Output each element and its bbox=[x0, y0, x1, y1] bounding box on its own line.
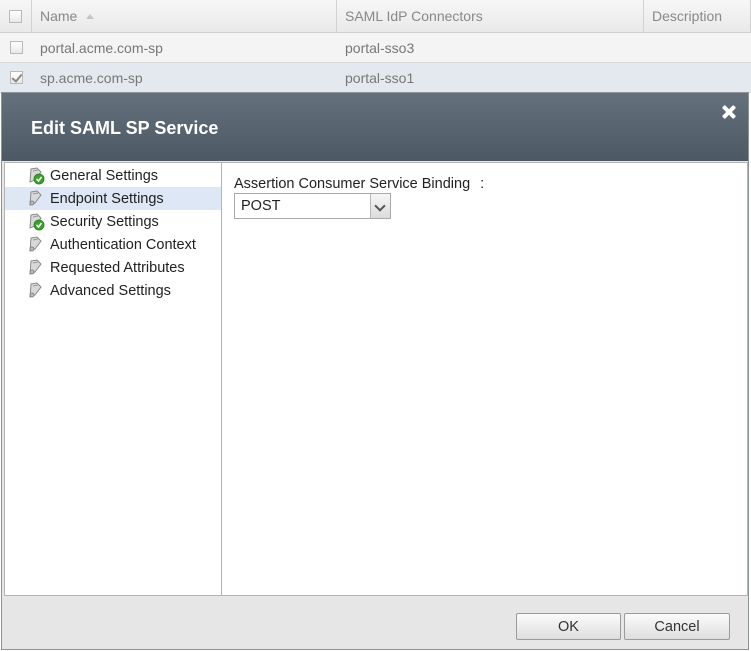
dropdown-trigger[interactable] bbox=[370, 194, 390, 218]
acs-binding-label: Assertion Consumer Service Binding : bbox=[234, 176, 484, 192]
row-name: portal.acme.com-sp bbox=[40, 39, 163, 56]
nav-item-label: Endpoint Settings bbox=[50, 190, 164, 207]
column-header-description[interactable]: Description bbox=[644, 0, 751, 32]
nav-item-advanced-settings[interactable]: Advanced Settings bbox=[5, 279, 221, 302]
nav-item-label: General Settings bbox=[50, 167, 159, 184]
grid-header: Name SAML IdP Connectors Description bbox=[0, 0, 751, 33]
settings-icon bbox=[27, 189, 45, 208]
column-header-name[interactable]: Name bbox=[32, 0, 337, 32]
cancel-button[interactable]: Cancel bbox=[624, 613, 730, 640]
acs-binding-select[interactable]: POST bbox=[234, 193, 391, 219]
table-row[interactable]: portal.acme.com-sp portal-sso3 bbox=[0, 33, 751, 63]
data-grid: Name SAML IdP Connectors Description por… bbox=[0, 0, 751, 95]
nav-item-authentication-context[interactable]: Authentication Context bbox=[5, 233, 221, 256]
row-connectors: portal-sso3 bbox=[345, 39, 415, 56]
nav-item-general-settings[interactable]: General Settings bbox=[5, 164, 221, 187]
settings-icon bbox=[27, 281, 45, 300]
settings-check-icon bbox=[27, 166, 45, 185]
row-description bbox=[644, 33, 751, 62]
settings-icon bbox=[27, 235, 45, 254]
column-header-connectors[interactable]: SAML IdP Connectors bbox=[337, 0, 644, 32]
row-checkbox-cell[interactable] bbox=[0, 63, 32, 92]
acs-binding-label-colon: : bbox=[480, 176, 485, 192]
nav-item-label: Authentication Context bbox=[50, 236, 196, 253]
table-row[interactable]: sp.acme.com-sp portal-sso1 bbox=[0, 63, 751, 93]
settings-nav: General Settings Endpoint Settings Secur… bbox=[4, 162, 222, 596]
row-checkbox-checked[interactable] bbox=[9, 71, 23, 84]
dialog-header: Edit SAML SP Service bbox=[2, 93, 748, 161]
acs-binding-value: POST bbox=[241, 198, 281, 214]
nav-item-requested-attributes[interactable]: Requested Attributes bbox=[5, 256, 221, 279]
sort-ascending-icon bbox=[86, 13, 95, 19]
row-name: sp.acme.com-sp bbox=[40, 69, 143, 86]
row-connectors: portal-sso1 bbox=[345, 69, 415, 86]
nav-item-label: Requested Attributes bbox=[50, 259, 185, 276]
dialog-footer: OK Cancel bbox=[2, 597, 748, 650]
column-header-name-label: Name bbox=[40, 8, 78, 24]
ok-button[interactable]: OK bbox=[516, 613, 621, 640]
nav-item-endpoint-settings[interactable]: Endpoint Settings bbox=[5, 187, 221, 210]
nav-item-label: Security Settings bbox=[50, 213, 159, 230]
row-checkbox-cell[interactable] bbox=[0, 33, 32, 62]
close-icon[interactable] bbox=[722, 105, 736, 119]
settings-icon bbox=[27, 258, 45, 277]
dialog-title: Edit SAML SP Service bbox=[31, 118, 219, 138]
row-description bbox=[644, 63, 751, 92]
select-all-checkbox[interactable] bbox=[9, 9, 22, 23]
column-header-description-label: Description bbox=[652, 8, 723, 24]
nav-item-label: Advanced Settings bbox=[50, 282, 171, 299]
settings-check-icon bbox=[27, 212, 45, 231]
chevron-down-icon bbox=[374, 200, 386, 212]
column-header-connectors-label: SAML IdP Connectors bbox=[345, 8, 483, 24]
row-checkbox[interactable] bbox=[9, 41, 23, 54]
endpoint-settings-panel: Assertion Consumer Service Binding : POS… bbox=[222, 162, 748, 596]
nav-item-security-settings[interactable]: Security Settings bbox=[5, 210, 221, 233]
select-all-checkbox-cell[interactable] bbox=[0, 0, 32, 32]
acs-binding-label-text: Assertion Consumer Service Binding bbox=[234, 176, 471, 192]
edit-saml-sp-dialog: Edit SAML SP Service General Settings En… bbox=[1, 92, 749, 650]
